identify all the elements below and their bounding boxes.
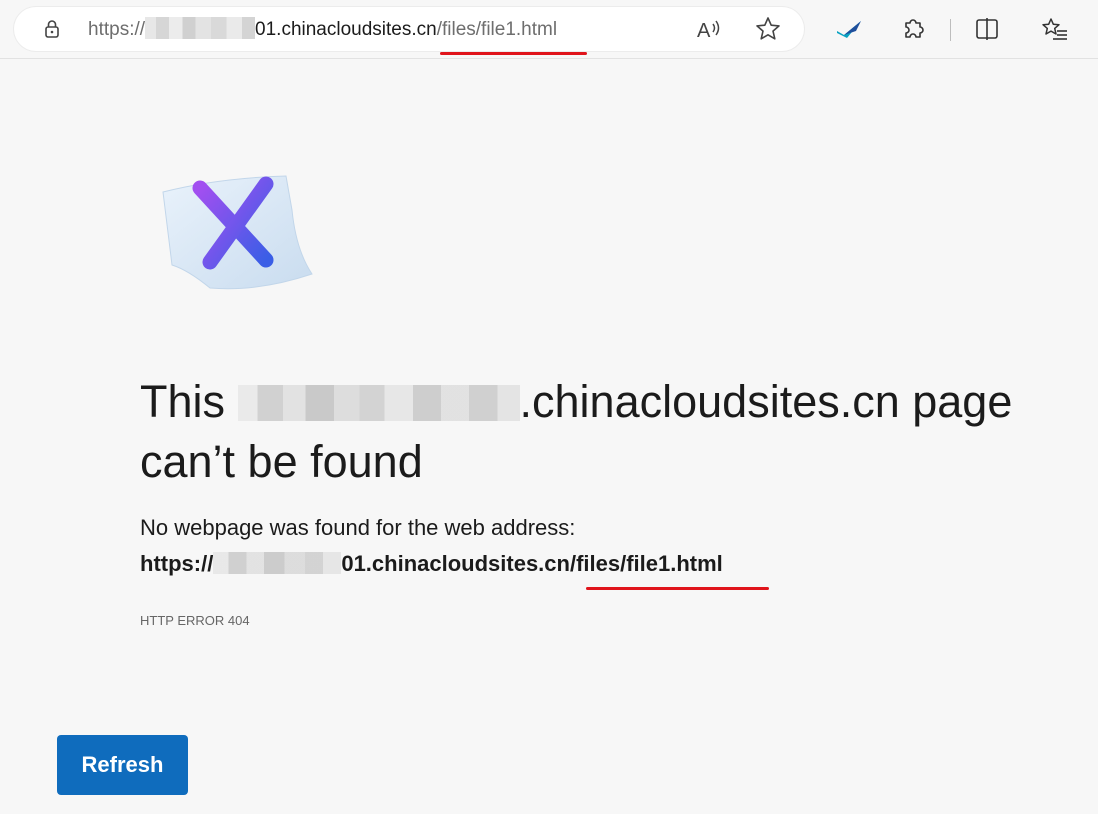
redacted-hostname xyxy=(145,17,256,39)
error-title-prefix: This xyxy=(140,376,226,427)
svg-text:A: A xyxy=(697,20,711,42)
favorites-list-icon[interactable] xyxy=(1040,14,1070,44)
error-url-prefix: https:// xyxy=(140,551,214,576)
url-scheme: https:// xyxy=(88,19,146,40)
browser-toolbar: https:// 01.chinacloudsites.cn/files/file… xyxy=(0,0,1098,59)
error-code: HTTP ERROR 404 xyxy=(140,613,250,628)
url-path: /files/file1.html xyxy=(436,19,558,40)
address-url[interactable]: https:// 01.chinacloudsites.cn/files/file… xyxy=(88,17,557,42)
favorite-star-icon[interactable] xyxy=(753,14,783,44)
error-description: No webpage was found for the web address… xyxy=(140,515,576,540)
url-host: 01.chinacloudsites.cn xyxy=(255,19,437,40)
toolbar-divider xyxy=(950,19,951,41)
error-x-illustration xyxy=(162,175,313,290)
error-url-suffix: 01.chinacloudsites.cn/files/file1.html xyxy=(341,551,723,576)
redacted-hostname xyxy=(237,385,520,421)
redacted-hostname xyxy=(213,552,342,574)
annotation-underline-address xyxy=(440,52,587,55)
extensions-puzzle-icon[interactable] xyxy=(899,14,929,44)
extension-pin-icon[interactable] xyxy=(834,14,864,44)
error-url: https:// 01.chinacloudsites.cn/files/file… xyxy=(140,550,723,578)
read-aloud-icon[interactable]: A xyxy=(694,14,724,44)
refresh-button[interactable]: Refresh xyxy=(57,735,188,795)
split-screen-icon[interactable] xyxy=(972,14,1002,44)
annotation-underline-error-url xyxy=(586,587,769,590)
error-title: This .chinacloudsites.cn page can’t be f… xyxy=(140,372,1070,492)
address-bar[interactable]: https:// 01.chinacloudsites.cn/files/file… xyxy=(14,7,804,51)
lock-icon[interactable] xyxy=(40,17,64,41)
